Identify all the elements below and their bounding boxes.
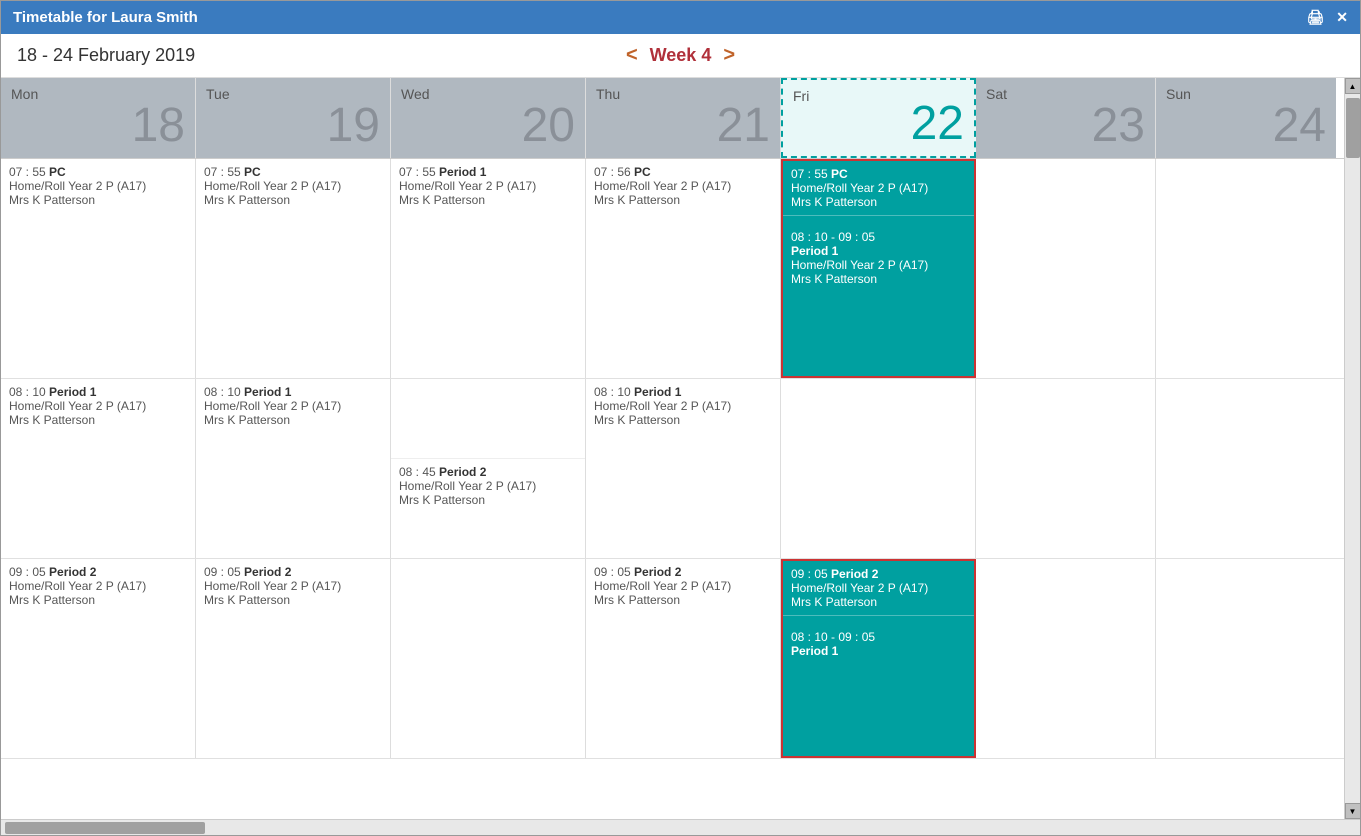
- day-header-tue: Tue 19: [196, 78, 391, 158]
- title-bar: Timetable for Laura Smith 🖨 ✕: [1, 1, 1360, 34]
- hscroll-thumb[interactable]: [5, 822, 205, 834]
- day-name-fri: Fri: [793, 88, 809, 104]
- day-number-wed: 20: [522, 102, 575, 150]
- days-header: Mon 18 Tue 19 Wed 20 Thu 21: [1, 78, 1344, 159]
- week-nav-wrapper: < Week 4 >: [459, 44, 901, 67]
- day-number-fri: 22: [911, 100, 964, 148]
- cell-wed-row1: 07 : 55 Period 1 Home/Roll Year 2 P (A17…: [391, 159, 586, 378]
- day-header-wed: Wed 20: [391, 78, 586, 158]
- event-fri-period1-range[interactable]: 08 : 10 - 09 : 05 Period 1 Home/Roll Yea…: [783, 224, 974, 292]
- cell-fri-row3: 09 : 05 Period 2 Home/Roll Year 2 P (A17…: [781, 559, 976, 758]
- day-header-fri: Fri 22: [781, 78, 976, 158]
- horizontal-scrollbar[interactable]: [1, 819, 1360, 835]
- cell-mon-row1: 07 : 55 PC Home/Roll Year 2 P (A17) Mrs …: [1, 159, 196, 378]
- scroll-down-button[interactable]: ▼: [1345, 803, 1361, 819]
- day-number-sat: 23: [1092, 102, 1145, 150]
- window-title: Timetable for Laura Smith: [13, 9, 198, 26]
- event-thu-period2[interactable]: 09 : 05 Period 2 Home/Roll Year 2 P (A17…: [586, 559, 780, 613]
- calendar-row-3: 09 : 05 Period 2 Home/Roll Year 2 P (A17…: [1, 559, 1344, 759]
- next-week-button[interactable]: >: [723, 44, 735, 67]
- cell-tue-row3: 09 : 05 Period 2 Home/Roll Year 2 P (A17…: [196, 559, 391, 758]
- day-name-mon: Mon: [11, 86, 38, 102]
- calendar-row-2: 08 : 10 Period 1 Home/Roll Year 2 P (A17…: [1, 379, 1344, 559]
- day-header-thu: Thu 21: [586, 78, 781, 158]
- wed-spacer: [391, 379, 585, 459]
- cell-tue-row1: 07 : 55 PC Home/Roll Year 2 P (A17) Mrs …: [196, 159, 391, 378]
- day-header-mon: Mon 18: [1, 78, 196, 158]
- cell-mon-row2: 08 : 10 Period 1 Home/Roll Year 2 P (A17…: [1, 379, 196, 558]
- close-icon[interactable]: ✕: [1336, 9, 1348, 26]
- event-tue-period1[interactable]: 08 : 10 Period 1 Home/Roll Year 2 P (A17…: [196, 379, 390, 433]
- calendar-scroll-area[interactable]: Mon 18 Tue 19 Wed 20 Thu 21: [1, 78, 1344, 819]
- day-name-tue: Tue: [206, 86, 230, 102]
- day-name-sat: Sat: [986, 86, 1007, 102]
- event-thu-period1[interactable]: 08 : 10 Period 1 Home/Roll Year 2 P (A17…: [586, 379, 780, 433]
- cell-thu-row1: 07 : 56 PC Home/Roll Year 2 P (A17) Mrs …: [586, 159, 781, 378]
- event-thu-pc[interactable]: 07 : 56 PC Home/Roll Year 2 P (A17) Mrs …: [586, 159, 780, 213]
- scroll-thumb[interactable]: [1346, 98, 1360, 158]
- event-tue-period2[interactable]: 09 : 05 Period 2 Home/Roll Year 2 P (A17…: [196, 559, 390, 613]
- cell-sun-row2: [1156, 379, 1336, 558]
- week-label: Week 4: [650, 45, 712, 66]
- cell-sat-row2: [976, 379, 1156, 558]
- event-wed-period2[interactable]: 08 : 45 Period 2 Home/Roll Year 2 P (A17…: [391, 459, 585, 513]
- cell-sun-row3: [1156, 559, 1336, 758]
- cell-thu-row2: 08 : 10 Period 1 Home/Roll Year 2 P (A17…: [586, 379, 781, 558]
- event-fri-period1-row3[interactable]: 08 : 10 - 09 : 05 Period 1: [783, 624, 974, 664]
- event-fri-pc[interactable]: 07 : 55 PC Home/Roll Year 2 P (A17) Mrs …: [783, 161, 974, 216]
- day-number-sun: 24: [1273, 102, 1326, 150]
- timetable-window: Timetable for Laura Smith 🖨 ✕ 18 - 24 Fe…: [0, 0, 1361, 836]
- print-icon[interactable]: 🖨: [1306, 9, 1324, 26]
- date-range: 18 - 24 February 2019: [17, 45, 459, 66]
- event-fri-period2[interactable]: 09 : 05 Period 2 Home/Roll Year 2 P (A17…: [783, 561, 974, 616]
- event-mon-period1[interactable]: 08 : 10 Period 1 Home/Roll Year 2 P (A17…: [1, 379, 195, 433]
- day-header-sat: Sat 23: [976, 78, 1156, 158]
- event-mon-period2[interactable]: 09 : 05 Period 2 Home/Roll Year 2 P (A17…: [1, 559, 195, 613]
- cell-mon-row3: 09 : 05 Period 2 Home/Roll Year 2 P (A17…: [1, 559, 196, 758]
- cell-wed-row2: 08 : 45 Period 2 Home/Roll Year 2 P (A17…: [391, 379, 586, 558]
- cell-fri-row1: 07 : 55 PC Home/Roll Year 2 P (A17) Mrs …: [781, 159, 976, 378]
- day-number-thu: 21: [717, 102, 770, 150]
- day-number-tue: 19: [327, 102, 380, 150]
- day-name-sun: Sun: [1166, 86, 1191, 102]
- day-name-thu: Thu: [596, 86, 620, 102]
- cell-fri-row2: [781, 379, 976, 558]
- day-header-sun: Sun 24: [1156, 78, 1336, 158]
- cell-tue-row2: 08 : 10 Period 1 Home/Roll Year 2 P (A17…: [196, 379, 391, 558]
- title-bar-controls: 🖨 ✕: [1306, 9, 1348, 26]
- prev-week-button[interactable]: <: [626, 44, 638, 67]
- cell-thu-row3: 09 : 05 Period 2 Home/Roll Year 2 P (A17…: [586, 559, 781, 758]
- vertical-scrollbar[interactable]: ▲ ▼: [1344, 78, 1360, 819]
- calendar-row-1: 07 : 55 PC Home/Roll Year 2 P (A17) Mrs …: [1, 159, 1344, 379]
- event-mon-pc[interactable]: 07 : 55 PC Home/Roll Year 2 P (A17) Mrs …: [1, 159, 195, 213]
- cell-sat-row3: [976, 559, 1156, 758]
- cell-wed-row3: [391, 559, 586, 758]
- calendar-area: Mon 18 Tue 19 Wed 20 Thu 21: [1, 78, 1360, 819]
- scroll-up-button[interactable]: ▲: [1345, 78, 1361, 94]
- cell-sun-row1: [1156, 159, 1336, 378]
- header-row: 18 - 24 February 2019 < Week 4 >: [1, 34, 1360, 78]
- cell-sat-row1: [976, 159, 1156, 378]
- day-name-wed: Wed: [401, 86, 430, 102]
- day-number-mon: 18: [132, 102, 185, 150]
- event-tue-pc[interactable]: 07 : 55 PC Home/Roll Year 2 P (A17) Mrs …: [196, 159, 390, 213]
- event-wed-period1[interactable]: 07 : 55 Period 1 Home/Roll Year 2 P (A17…: [391, 159, 585, 213]
